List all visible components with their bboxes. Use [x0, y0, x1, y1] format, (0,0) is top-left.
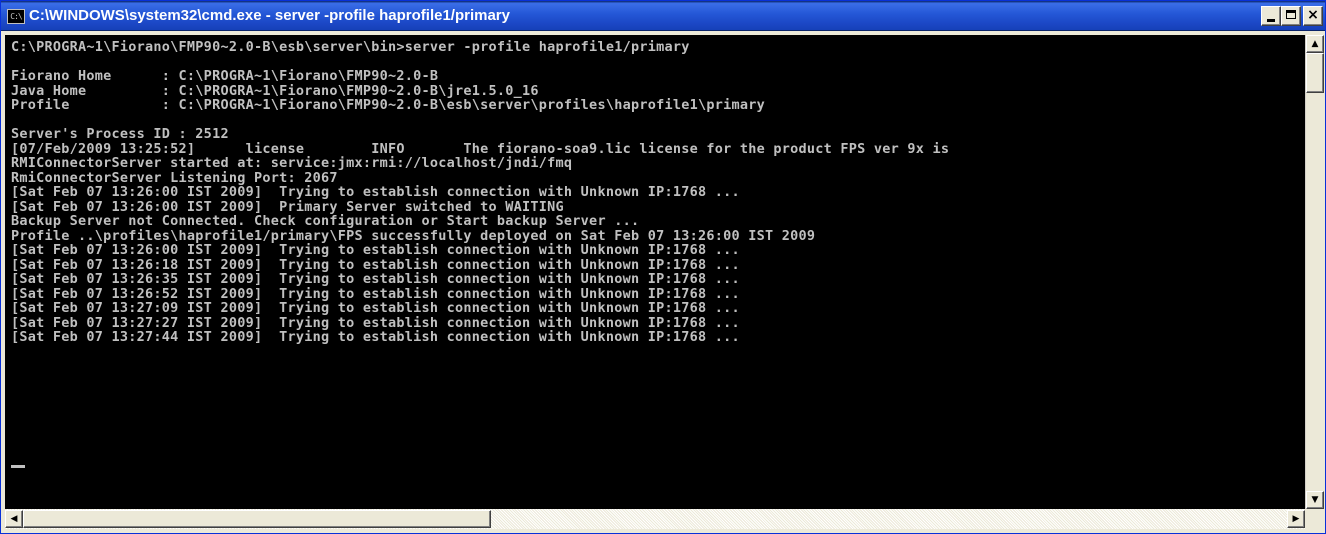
horizontal-scroll-thumb[interactable] [23, 510, 491, 528]
down-arrow-icon: ▼ [1311, 495, 1319, 505]
maximize-icon [1286, 10, 1296, 19]
maximize-button[interactable] [1281, 6, 1301, 26]
scroll-left-button[interactable]: ◀ [5, 510, 23, 528]
console-text: C:\PROGRA~1\Fiorano\FMP90~2.0-B\esb\serv… [11, 39, 950, 345]
cmd-console-icon[interactable]: C:\ [7, 9, 25, 24]
minimize-icon [1267, 19, 1275, 22]
scrollbar-corner [1305, 509, 1323, 529]
scroll-up-button[interactable]: ▲ [1306, 35, 1324, 53]
close-button[interactable]: × [1303, 6, 1323, 26]
scroll-right-button[interactable]: ▶ [1287, 510, 1305, 528]
right-arrow-icon: ▶ [1292, 514, 1300, 524]
close-icon: × [1307, 7, 1319, 23]
cmd-window: C:\ C:\WINDOWS\system32\cmd.exe - server… [0, 0, 1326, 534]
vertical-scrollbar[interactable]: ▲ ▼ [1305, 35, 1324, 509]
title-bar[interactable]: C:\ C:\WINDOWS\system32\cmd.exe - server… [1, 1, 1325, 31]
console-output[interactable]: C:\PROGRA~1\Fiorano\FMP90~2.0-B\esb\serv… [5, 35, 1305, 509]
text-cursor [11, 465, 25, 468]
up-arrow-icon: ▲ [1311, 39, 1319, 49]
vertical-scroll-thumb[interactable] [1306, 53, 1324, 93]
horizontal-scrollbar[interactable]: ◀ ▶ [5, 509, 1305, 529]
minimize-button[interactable] [1261, 6, 1281, 26]
scroll-down-button[interactable]: ▼ [1306, 491, 1324, 509]
left-arrow-icon: ◀ [10, 514, 18, 524]
window-title: C:\WINDOWS\system32\cmd.exe - server -pr… [29, 7, 510, 24]
